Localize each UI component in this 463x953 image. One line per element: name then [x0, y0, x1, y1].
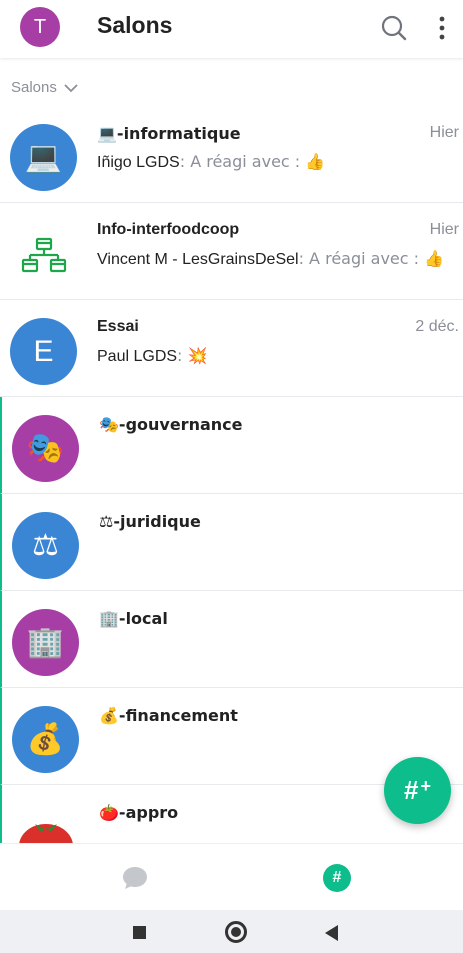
room-item-local[interactable]: 🏢 🏢-local [0, 591, 463, 688]
room-avatar-letter: E [33, 334, 54, 368]
room-item-gouvernance[interactable]: 🎭 🎭-gouvernance [0, 397, 463, 494]
room-avatar: 💰 [12, 706, 79, 773]
create-room-button[interactable]: # + [384, 757, 451, 824]
top-app-bar: T Salons [0, 0, 463, 58]
room-last-message: Iñigo LGDS: A réagi avec : 👍 [97, 152, 459, 172]
room-avatar [10, 221, 77, 288]
room-name: 💻-informatique [97, 124, 241, 143]
room-avatar: 💻 [10, 124, 77, 191]
hash-icon: # [404, 775, 419, 805]
theater-masks-icon: 🎭 [26, 431, 65, 466]
room-item-info-interfoodcoop[interactable]: Info-interfoodcoop Hier Vincent M - LesG… [0, 203, 463, 300]
money-bag-icon: 💰 [26, 722, 65, 757]
room-timestamp: Hier [429, 124, 459, 141]
office-building-icon: 🏢 [26, 625, 65, 660]
room-name: 🍅-appro [99, 803, 179, 822]
message-sender: Vincent M - LesGrainsDeSel [97, 251, 299, 268]
room-avatar: 🎭 [12, 415, 79, 482]
message-text: : 💥 [177, 346, 208, 365]
chat-bubble-icon[interactable] [121, 864, 149, 892]
room-name: 🏢-local [99, 609, 168, 628]
scales-icon: ⚖ [32, 528, 59, 563]
back-icon[interactable] [325, 925, 338, 941]
search-icon[interactable] [380, 14, 408, 42]
room-avatar: ⚖ [12, 512, 79, 579]
room-item-juridique[interactable]: ⚖ ⚖-juridique [0, 494, 463, 591]
section-label: Salons [11, 79, 57, 96]
chevron-down-icon [64, 83, 78, 92]
room-avatar: E [10, 318, 77, 385]
room-item-essai[interactable]: E Essai 2 déc. Paul LGDS: 💥 [0, 300, 463, 397]
room-name: Essai [97, 318, 139, 335]
message-text: : A réagi avec : 👍 [298, 249, 445, 268]
room-timestamp: Hier [429, 221, 459, 238]
plus-icon: + [420, 776, 431, 796]
section-header-salons[interactable]: Salons [11, 79, 79, 96]
laptop-icon: 💻 [24, 140, 63, 175]
more-options-icon[interactable] [434, 14, 450, 42]
room-item-informatique[interactable]: 💻 💻-informatique Hier Iñigo LGDS: A réag… [0, 106, 463, 203]
room-name: ⚖-juridique [99, 512, 201, 531]
room-last-message: Vincent M - LesGrainsDeSel: A réagi avec… [97, 249, 459, 269]
room-name: 🎭-gouvernance [99, 415, 243, 434]
hash-icon: # [332, 869, 342, 886]
bottom-navigation: # [0, 843, 463, 910]
network-stores-icon [21, 237, 66, 272]
room-name: Info-interfoodcoop [97, 221, 240, 238]
rooms-tab[interactable]: # [323, 864, 351, 892]
recent-apps-icon[interactable] [133, 926, 146, 939]
room-avatar: 🏢 [12, 609, 79, 676]
system-navigation-bar [0, 910, 463, 953]
message-text: : A réagi avec : 👍 [179, 152, 326, 171]
room-timestamp: 2 déc. [415, 318, 459, 335]
room-name: 💰-financement [99, 706, 238, 725]
room-last-message: Paul LGDS: 💥 [97, 346, 459, 366]
message-sender: Paul LGDS [97, 348, 178, 365]
user-avatar[interactable]: T [20, 7, 60, 47]
message-sender: Iñigo LGDS [97, 154, 180, 171]
home-icon[interactable] [225, 921, 247, 943]
page-title: Salons [97, 12, 173, 38]
